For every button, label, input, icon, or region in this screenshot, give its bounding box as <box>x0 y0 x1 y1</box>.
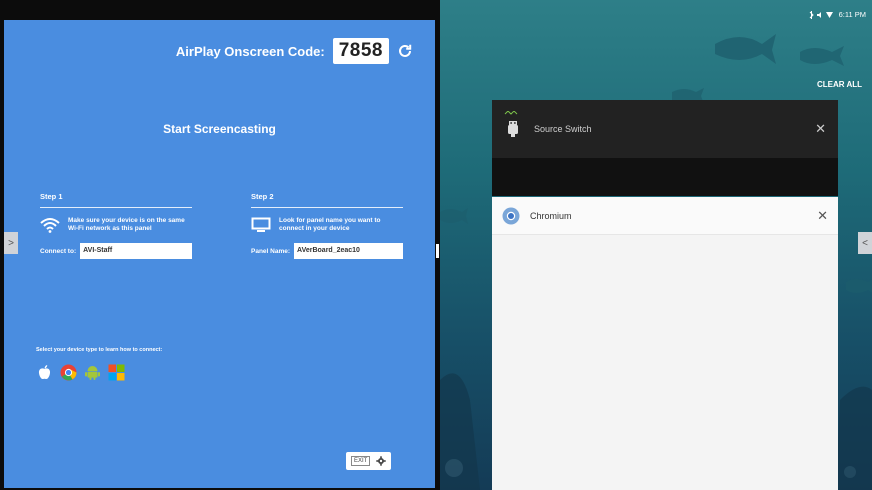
airplay-code-row: AirPlay Onscreen Code: 7858 <box>176 38 413 64</box>
step-2-text: Look for panel name you want to connect … <box>279 217 381 232</box>
chromium-title: Chromium <box>530 210 572 221</box>
status-bar: 6:11 PM <box>809 10 866 19</box>
source-switch-title: Source Switch <box>534 124 592 134</box>
screen: AirPlay Onscreen Code: 7858 Start Screen… <box>0 0 872 490</box>
connect-to-field: AVI-Staff <box>80 243 192 259</box>
status-time: 6:11 PM <box>838 10 866 19</box>
panel-name-label: Panel Name: <box>251 247 291 255</box>
step-1-text: Make sure your device is on the same Wi-… <box>68 217 185 232</box>
status-icons <box>809 10 833 19</box>
refresh-icon[interactable] <box>397 43 413 59</box>
clear-all-button[interactable]: CLEAR ALL <box>817 80 862 89</box>
windows-icon[interactable] <box>108 364 125 381</box>
chromium-close-icon[interactable]: ✕ <box>817 208 828 224</box>
step-2: Step 2 Look for panel name you want to c… <box>251 192 403 259</box>
right-side-tab[interactable]: < <box>858 232 872 254</box>
exit-controls: EXIT <box>346 452 392 470</box>
left-side-tab[interactable]: > <box>4 232 18 254</box>
recent-card-source-switch[interactable]: Source Switch ✕ <box>492 100 838 196</box>
panel-name-field: AVerBoard_2eac10 <box>294 243 403 259</box>
source-switch-icon <box>508 121 518 137</box>
source-switch-close-icon[interactable]: ✕ <box>815 121 826 137</box>
device-type-caption: Select your device type to learn how to … <box>36 347 163 353</box>
chrome-icon[interactable] <box>60 364 77 381</box>
step-1: Step 1 Make sure your device is on the s… <box>40 192 192 259</box>
recents-panel: 6:11 PM CLEAR ALL Source Switch ✕ Chromi… <box>440 0 872 490</box>
exit-button[interactable]: EXIT <box>351 456 371 466</box>
start-screencasting-title: Start Screencasting <box>163 122 276 136</box>
airplay-code: 7858 <box>332 38 389 64</box>
airplay-code-label: AirPlay Onscreen Code: <box>175 43 325 59</box>
split-divider[interactable] <box>436 244 439 258</box>
recent-card-chromium[interactable]: Chromium ✕ <box>492 197 838 490</box>
step-2-title: Step 2 <box>251 192 403 208</box>
gear-icon[interactable] <box>376 456 387 466</box>
card-handle-icon <box>504 102 518 115</box>
connect-to-label: Connect to: <box>40 247 77 255</box>
screencast-panel: AirPlay Onscreen Code: 7858 Start Screen… <box>4 20 435 488</box>
wifi-icon <box>40 218 60 233</box>
monitor-icon <box>251 217 271 232</box>
device-type-row <box>36 364 125 381</box>
android-icon[interactable] <box>84 364 101 381</box>
chromium-icon <box>502 207 520 224</box>
step-1-title: Step 1 <box>40 192 192 208</box>
apple-icon[interactable] <box>36 364 53 381</box>
